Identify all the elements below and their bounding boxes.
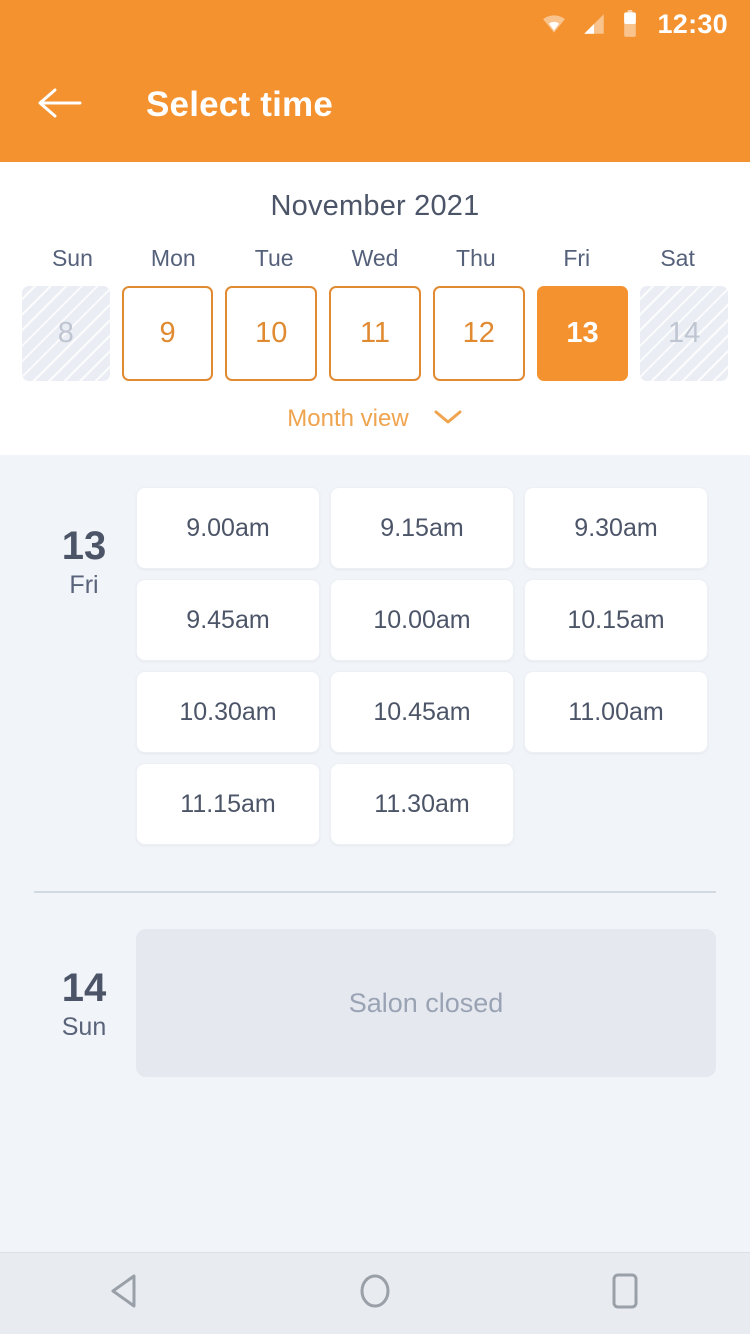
time-slot[interactable]: 11.15am <box>136 763 320 845</box>
weekday-label: Sat <box>660 245 695 271</box>
weekday-label: Fri <box>563 245 591 271</box>
weekday-label: Thu <box>456 245 496 271</box>
time-slot[interactable]: 10.15am <box>524 579 708 661</box>
time-slot[interactable]: 10.45am <box>330 671 514 753</box>
schedule-day-weekday: Sun <box>61 1013 107 1041</box>
weekday-label: Tue <box>254 245 294 271</box>
android-nav-bar <box>0 1252 750 1334</box>
calendar-day-cell: 8 <box>22 286 110 381</box>
time-slot[interactable]: 10.00am <box>330 579 514 661</box>
nav-home-circle-icon <box>357 1271 393 1316</box>
calendar-day-cell[interactable]: 12 <box>432 286 525 381</box>
nav-recents-button[interactable] <box>570 1253 680 1334</box>
nav-recents-square-icon <box>609 1272 641 1315</box>
schedule-day-block: 14 Sun Salon closed <box>0 893 750 1077</box>
calendar-month-label: November 2021 <box>270 190 480 222</box>
schedule-day-label: 14 Sun <box>34 929 134 1077</box>
calendar-day-cell[interactable]: 10 <box>225 286 318 381</box>
weekday-label: Sun <box>51 245 93 271</box>
weekday-label: Wed <box>351 245 399 271</box>
month-view-label: Month view <box>287 405 409 432</box>
back-arrow-icon <box>38 87 82 124</box>
calendar-day-cell: 14 <box>640 286 729 381</box>
nav-back-triangle-icon <box>108 1273 142 1314</box>
weekday-label: Mon <box>150 245 196 271</box>
back-button[interactable] <box>34 79 86 131</box>
calendar-panel: November 2021 Sun Mon Tue Wed Thu Fri Sa… <box>0 162 750 455</box>
time-slot-grid: 9.00am 9.15am 9.30am 9.45am 10.00am 10.1… <box>134 487 716 845</box>
time-slot[interactable]: 10.30am <box>136 671 320 753</box>
nav-back-button[interactable] <box>70 1253 180 1334</box>
time-slot[interactable]: 9.30am <box>524 487 708 569</box>
time-slot[interactable]: 11.00am <box>524 671 708 753</box>
page-title: Select time <box>146 85 334 124</box>
wifi-icon <box>541 11 567 37</box>
salon-closed-banner: Salon closed <box>136 929 716 1077</box>
nav-home-button[interactable] <box>320 1253 430 1334</box>
schedule-day-weekday: Fri <box>69 571 99 599</box>
schedule-day-number: 13 <box>61 524 107 568</box>
month-view-toggle[interactable]: Month view <box>0 381 750 433</box>
calendar-weekday-row: Sun Mon Tue Wed Thu Fri Sat <box>0 231 750 286</box>
calendar-day-cell[interactable]: 9 <box>121 286 214 381</box>
time-slot[interactable]: 9.15am <box>330 487 514 569</box>
status-bar-clock: 12:30 <box>657 8 728 39</box>
phone-screen: 12:30 Select time November 2021 Sun Mon … <box>0 0 750 1334</box>
status-bar: 12:30 <box>0 0 750 48</box>
schedule-list: 13 Fri 9.00am 9.15am 9.30am 9.45am 10.00… <box>0 455 750 1077</box>
time-slot[interactable]: 9.45am <box>136 579 320 661</box>
schedule-day-number: 14 <box>61 966 107 1010</box>
time-slot[interactable]: 9.00am <box>136 487 320 569</box>
battery-icon <box>621 10 639 38</box>
app-bar: Select time <box>0 48 750 162</box>
time-slot[interactable]: 11.30am <box>330 763 514 845</box>
schedule-day-label: 13 Fri <box>34 487 134 845</box>
calendar-day-row: 8 9 10 11 12 13 14 <box>0 286 750 381</box>
signal-icon <box>581 11 607 37</box>
schedule-day-block: 13 Fri 9.00am 9.15am 9.30am 9.45am 10.00… <box>0 461 750 845</box>
calendar-day-cell-selected[interactable]: 13 <box>536 286 629 381</box>
calendar-day-cell[interactable]: 11 <box>329 286 421 381</box>
chevron-down-icon <box>433 408 463 431</box>
